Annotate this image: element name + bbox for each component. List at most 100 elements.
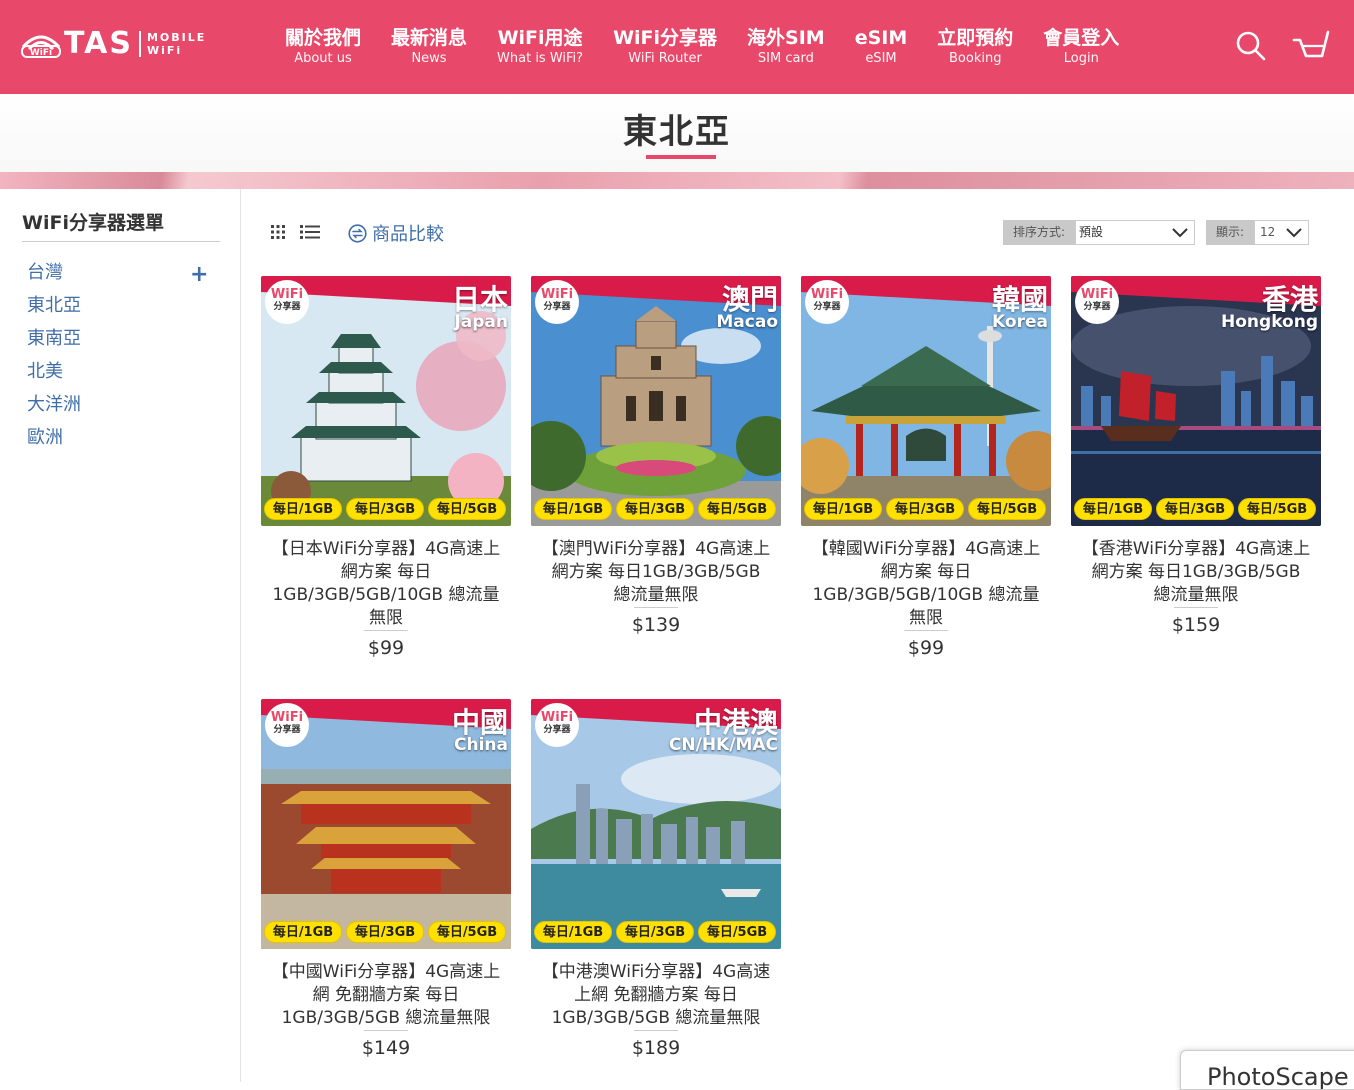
sidebar-item-southeast-asia[interactable]: 東南亞 (27, 326, 81, 359)
plan-pills: 每日/1GB 每日/3GB 每日/5GB (534, 498, 776, 520)
floating-app-window[interactable]: PhotoScape (1180, 1050, 1354, 1090)
nav-sublabel: About us (294, 51, 352, 66)
plan-pills: 每日/1GB 每日/3GB 每日/5GB (1074, 498, 1316, 520)
sidebar-item-europe[interactable]: 歐洲 (27, 425, 81, 458)
nav-label: 海外SIM (747, 27, 825, 49)
product-price: $189 (631, 1037, 681, 1059)
nav-login[interactable]: 會員登入 Login (1028, 26, 1134, 68)
sort-select[interactable]: 預設 (1075, 220, 1196, 245)
sort-label: 排序方式: (1003, 220, 1076, 245)
logo-divider (138, 30, 141, 57)
plan-pill: 每日/5GB (968, 498, 1046, 520)
nav-label: 最新消息 (391, 27, 468, 49)
product-image[interactable]: WiFi 分享器 香港 Hongkong 每日/1GB 每日/3GB 每日/5GB (1071, 276, 1321, 526)
nav-label: WiFi分享器 (613, 27, 718, 49)
product-price: $139 (631, 614, 681, 636)
product-name[interactable]: 【中港澳WiFi分享器】4G高速上網 免翻牆方案 每日1GB/3GB/5GB 總… (531, 961, 781, 1030)
product-image[interactable]: WiFi 分享器 中國 China 每日/1GB 每日/3GB 每日/5GB (261, 699, 511, 949)
image-country-en: CN/HK/MAC (668, 735, 778, 755)
nav-about[interactable]: 關於我們 About us (270, 26, 376, 68)
nav-label: 會員登入 (1043, 27, 1120, 49)
plan-pill: 每日/1GB (264, 498, 342, 520)
product-card-cn-hk-mac[interactable]: WiFi 分享器 中港澳 CN/HK/MAC 每日/1GB 每日/3GB 每日/5… (531, 699, 781, 1059)
badge-top: WiFi (270, 710, 304, 725)
nav-news[interactable]: 最新消息 News (376, 26, 482, 68)
plan-pill: 每日/1GB (1074, 498, 1152, 520)
page-size-select[interactable]: 12 (1254, 220, 1310, 245)
sidebar-item-oceania[interactable]: 大洋洲 (27, 392, 81, 425)
nav-sublabel: SIM card (757, 51, 814, 66)
plan-pill: 每日/3GB (346, 498, 424, 520)
sidebar-item-northeast-asia[interactable]: 東北亞 (27, 293, 81, 326)
product-image[interactable]: WiFi 分享器 韓國 Korea 每日/1GB 每日/3GB 每日/5GB (801, 276, 1051, 526)
product-card-hongkong[interactable]: WiFi 分享器 香港 Hongkong 每日/1GB 每日/3GB 每日/5GB… (1071, 276, 1321, 636)
sidebar-title: WiFi分享器選單 (22, 212, 164, 234)
plan-pills: 每日/1GB 每日/3GB 每日/5GB (534, 921, 776, 943)
compare-icon (348, 223, 367, 243)
product-name[interactable]: 【中國WiFi分享器】4G高速上網 免翻牆方案 每日1GB/3GB/5GB 總流… (261, 961, 511, 1030)
nav-sublabel: What is WiFi? (497, 51, 584, 66)
search-icon[interactable] (1233, 28, 1267, 62)
plan-pill: 每日/3GB (616, 498, 694, 520)
sidebar-item-north-america[interactable]: 北美 (27, 359, 81, 392)
page-size-value: 12 (1260, 225, 1276, 239)
nav-booking[interactable]: 立即預約 Booking (922, 26, 1028, 68)
wifi-router-badge: WiFi 分享器 (265, 703, 309, 747)
nav-sublabel: eSIM (865, 51, 897, 66)
product-image[interactable]: WiFi 分享器 澳門 Macao 每日/1GB 每日/3GB 每日/5GB (531, 276, 781, 526)
badge-bottom: 分享器 (813, 302, 841, 312)
product-card-korea[interactable]: WiFi 分享器 韓國 Korea 每日/1GB 每日/3GB 每日/5GB 【韓… (801, 276, 1051, 659)
cart-icon[interactable] (1292, 28, 1330, 62)
sidebar-item-taiwan[interactable]: 台灣 (27, 260, 81, 293)
price-divider (1174, 607, 1218, 608)
price-divider (364, 630, 408, 631)
compare-products-link[interactable]: 商品比較 (348, 220, 444, 246)
expand-plus-icon[interactable]: + (190, 262, 208, 287)
wifi-router-badge: WiFi 分享器 (535, 280, 579, 324)
nav-wifi-router[interactable]: WiFi分享器 WiFi Router (598, 26, 732, 68)
nav-label: 關於我們 (285, 27, 362, 49)
nav-sublabel: Login (1063, 51, 1099, 66)
brand-subtitle: MOBILE WiFi (147, 31, 206, 57)
nav-esim[interactable]: eSIM eSIM (840, 26, 923, 68)
product-price: $99 (367, 637, 405, 659)
product-price: $159 (1171, 614, 1221, 636)
product-card-china[interactable]: WiFi 分享器 中國 China 每日/1GB 每日/3GB 每日/5GB 【中… (261, 699, 511, 1059)
main-nav: 關於我們 About us 最新消息 News WiFi用途 What is WiFi… (270, 26, 1134, 68)
nav-sublabel: WiFi Router (628, 51, 702, 66)
image-country-en: Korea (992, 312, 1048, 332)
product-image[interactable]: WiFi 分享器 日本 Japan 每日/1GB 每日/3GB 每日/5GB (261, 276, 511, 526)
image-country-en: China (454, 735, 508, 755)
product-name[interactable]: 【澳門WiFi分享器】4G高速上網方案 每日1GB/3GB/5GB 總流量無限 (531, 538, 781, 607)
product-name[interactable]: 【日本WiFi分享器】4G高速上網方案 每日1GB/3GB/5GB/10GB 總… (261, 538, 511, 630)
plan-pills: 每日/1GB 每日/3GB 每日/5GB (264, 921, 506, 943)
badge-top: WiFi (540, 287, 574, 302)
page-size-control: 顯示: 12 (1206, 220, 1310, 245)
nav-sublabel: News (411, 51, 447, 66)
site-logo[interactable]: WiFi TAS MOBILE WiFi (20, 26, 206, 61)
sort-value: 預設 (1079, 225, 1104, 239)
badge-bottom: 分享器 (543, 302, 571, 312)
show-label: 顯示: (1206, 220, 1255, 245)
product-card-japan[interactable]: WiFi 分享器 日本 Japan 每日/1GB 每日/3GB 每日/5GB 【日… (261, 276, 511, 659)
plan-pill: 每日/5GB (428, 921, 506, 943)
nav-wifi-usage[interactable]: WiFi用途 What is WiFi? (482, 26, 598, 68)
plan-pill: 每日/3GB (346, 921, 424, 943)
plan-pill: 每日/1GB (534, 498, 612, 520)
brand-name: TAS (64, 26, 133, 61)
nav-label: WiFi用途 (497, 27, 583, 49)
image-country-en: Macao (716, 312, 778, 332)
product-image[interactable]: WiFi 分享器 中港澳 CN/HK/MAC 每日/1GB 每日/3GB 每日/5… (531, 699, 781, 949)
product-price: $149 (361, 1037, 411, 1059)
list-view-icon[interactable] (300, 224, 320, 240)
product-name[interactable]: 【韓國WiFi分享器】4G高速上網方案 每日1GB/3GB/5GB/10GB 總… (801, 538, 1051, 630)
nav-sim[interactable]: 海外SIM SIM card (732, 26, 840, 68)
badge-top: WiFi (810, 287, 844, 302)
grid-view-icon[interactable] (270, 224, 286, 240)
product-name[interactable]: 【香港WiFi分享器】4G高速上網方案 每日1GB/3GB/5GB 總流量無限 (1071, 538, 1321, 607)
product-card-macao[interactable]: WiFi 分享器 澳門 Macao 每日/1GB 每日/3GB 每日/5GB 【澳… (531, 276, 781, 636)
badge-bottom: 分享器 (543, 725, 571, 735)
price-divider (634, 1030, 678, 1031)
wifi-router-badge: WiFi 分享器 (805, 280, 849, 324)
plan-pill: 每日/3GB (616, 921, 694, 943)
